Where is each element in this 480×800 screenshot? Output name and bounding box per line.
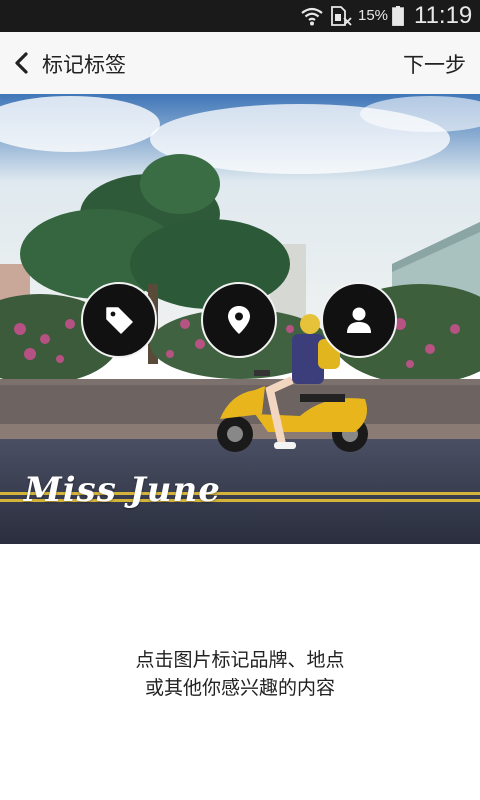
wifi-icon [301,7,323,26]
next-step-button[interactable]: 下一步 [403,49,466,79]
battery-percent: 15% [358,7,389,24]
battery-icon [392,6,404,26]
tag-person-button[interactable] [321,282,397,358]
instruction-line-2: 或其他你感兴趣的内容 [144,677,335,699]
tag-location-button[interactable] [201,282,277,358]
page-title: 标记标签 [42,53,126,77]
photo-canvas[interactable]: Miss June [0,94,480,544]
header-bar: 标记标签 下一步 [0,32,480,94]
person-icon [347,307,371,333]
price-tag-icon [106,307,133,334]
photo-watermark: Miss June [24,470,221,510]
clock: 11:19 [414,2,473,29]
sim-no-signal-icon [331,6,352,26]
instruction-text: 点击图片标记品牌、地点 或其他你感兴趣的内容 [0,646,480,702]
chevron-left-icon[interactable] [12,51,30,75]
tag-brand-button[interactable] [81,282,157,358]
location-pin-icon [228,306,250,334]
status-bar: 15% 11:19 [0,0,480,32]
instruction-line-1: 点击图片标记品牌、地点 [135,649,345,671]
